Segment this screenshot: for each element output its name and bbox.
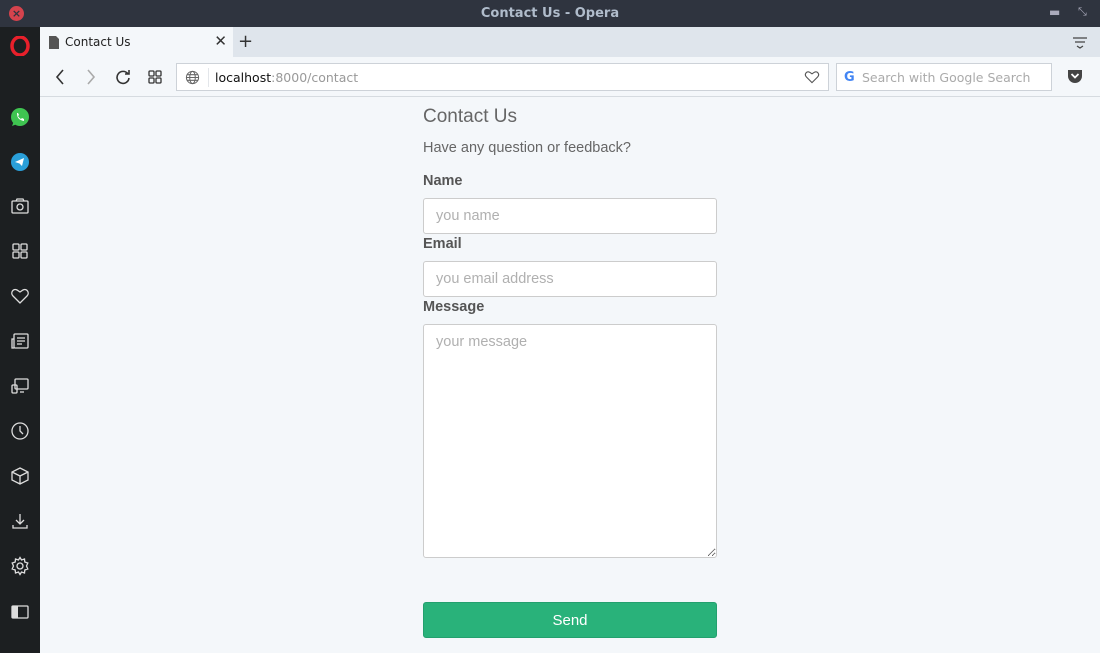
tab-title: Contact Us: [65, 35, 131, 49]
clock-icon[interactable]: [8, 419, 32, 443]
globe-icon: [185, 70, 200, 85]
speed-dial-icon[interactable]: [145, 67, 165, 87]
search-placeholder: Search with Google Search: [862, 70, 1031, 85]
maximize-icon[interactable]: ⤡: [1078, 5, 1087, 19]
minimize-icon[interactable]: ▬: [1049, 5, 1060, 19]
back-icon[interactable]: [50, 67, 70, 87]
tab-strip: Contact Us ✕ +: [40, 27, 1100, 57]
tab-contact-us[interactable]: Contact Us ✕: [40, 27, 233, 57]
google-icon: G: [844, 70, 855, 85]
news-icon[interactable]: [8, 329, 32, 353]
pocket-icon[interactable]: [1067, 68, 1083, 88]
camera-icon[interactable]: [8, 194, 32, 218]
address-bar[interactable]: localhost:8000/contact: [176, 63, 829, 91]
sidebar-icon[interactable]: [8, 600, 32, 624]
url-host: localhost: [215, 70, 272, 85]
message-label: Message: [423, 299, 485, 315]
name-input[interactable]: [423, 198, 717, 234]
name-label: Name: [423, 173, 463, 189]
navigation-toolbar: localhost:8000/contact G Search with Goo…: [40, 57, 1100, 97]
window-titlebar: × Contact Us - Opera ▬ ⤡: [0, 0, 1100, 27]
cube-icon[interactable]: [8, 464, 32, 488]
url-text[interactable]: localhost:8000/contact: [215, 70, 358, 85]
email-input[interactable]: [423, 261, 717, 297]
email-label: Email: [423, 236, 462, 252]
window-title: Contact Us - Opera: [480, 6, 620, 21]
close-tab-icon[interactable]: ✕: [214, 34, 227, 49]
sidebar: [0, 27, 40, 653]
download-icon[interactable]: [8, 509, 32, 533]
heart-icon[interactable]: [8, 284, 32, 308]
message-textarea[interactable]: [423, 324, 717, 558]
bookmark-heart-icon[interactable]: [804, 69, 820, 85]
grid-icon[interactable]: [8, 239, 32, 263]
search-bar[interactable]: G Search with Google Search: [836, 63, 1052, 91]
page-title: Contact Us: [423, 106, 517, 127]
url-path: :8000/contact: [271, 70, 359, 85]
send-button[interactable]: Send: [423, 602, 717, 638]
new-tab-button[interactable]: +: [238, 31, 253, 52]
page-content: Contact Us Have any question or feedback…: [40, 97, 1100, 653]
telegram-icon[interactable]: [8, 150, 32, 174]
opera-icon[interactable]: [8, 34, 32, 58]
document-icon: [49, 35, 59, 49]
whatsapp-icon[interactable]: [8, 105, 32, 129]
reload-icon[interactable]: [113, 67, 133, 87]
forward-icon[interactable]: [81, 67, 101, 87]
devices-icon[interactable]: [8, 374, 32, 398]
page-subtitle: Have any question or feedback?: [423, 140, 631, 156]
separator: [208, 68, 209, 87]
gear-icon[interactable]: [8, 554, 32, 578]
tab-menu-icon[interactable]: [1072, 35, 1088, 54]
